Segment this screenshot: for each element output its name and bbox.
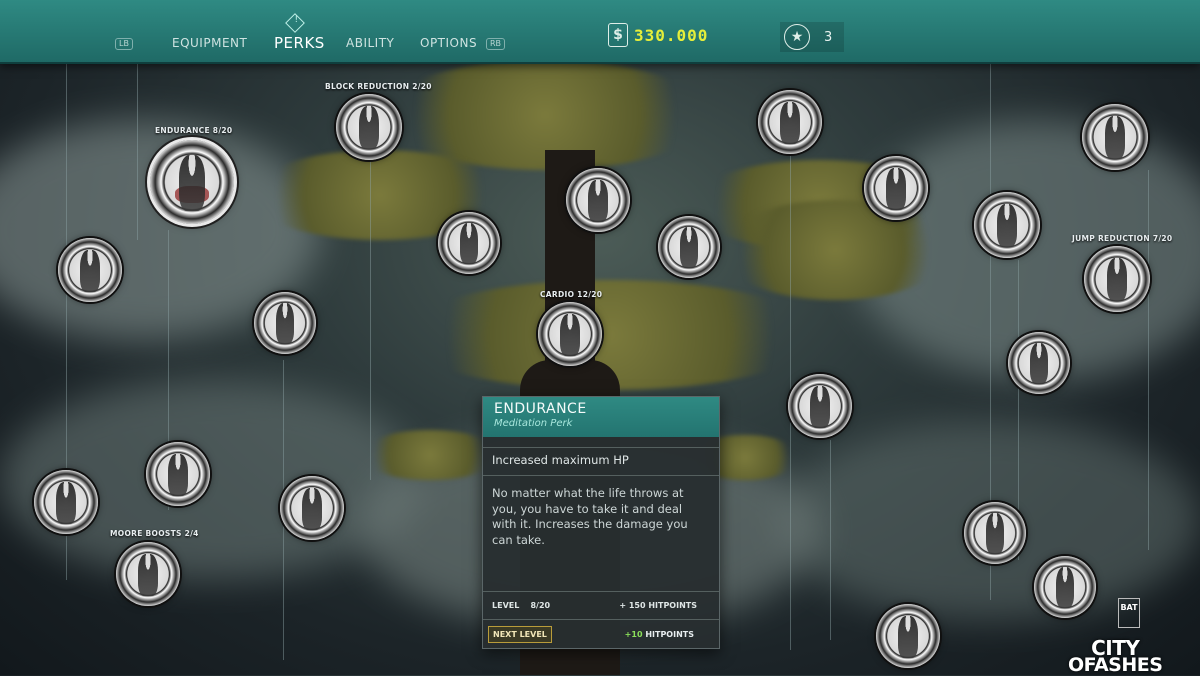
next-level-button[interactable]: NEXT LEVEL bbox=[488, 625, 552, 643]
tooltip-subtitle: Meditation Perk bbox=[494, 418, 573, 429]
tab-ability[interactable]: ABILITY bbox=[346, 36, 394, 50]
level-info: LEVEL 8/20 bbox=[492, 601, 550, 610]
publisher-logo: BAT bbox=[1118, 598, 1140, 628]
perk-node-block-reduction[interactable] bbox=[336, 94, 402, 160]
perk-node[interactable] bbox=[438, 212, 500, 274]
tooltip-title: ENDURANCE bbox=[494, 401, 587, 417]
tooltip-header: ENDURANCE Meditation Perk bbox=[483, 397, 719, 437]
perk-node[interactable] bbox=[566, 168, 630, 232]
perk-node[interactable] bbox=[1008, 332, 1070, 394]
tooltip-description: No matter what the life throws at you, y… bbox=[483, 475, 719, 548]
level-label: LEVEL bbox=[492, 601, 520, 610]
logo-title-line2: OFASHES bbox=[1068, 654, 1163, 676]
perk-label-moore-boosts: MOORE BOOSTS 2/4 bbox=[110, 529, 199, 538]
perk-node[interactable] bbox=[58, 238, 122, 302]
perk-label-block-reduction: BLOCK REDUCTION 2/20 bbox=[325, 82, 432, 91]
dollar-icon: $ bbox=[608, 23, 628, 47]
lb-bumper-icon[interactable]: LB bbox=[115, 38, 133, 50]
tab-equipment[interactable]: EQUIPMENT bbox=[172, 36, 247, 50]
perk-node[interactable] bbox=[280, 476, 344, 540]
tab-perks[interactable]: PERKS bbox=[274, 34, 325, 52]
perk-node[interactable] bbox=[254, 292, 316, 354]
perk-node[interactable] bbox=[788, 374, 852, 438]
perk-node[interactable] bbox=[964, 502, 1026, 564]
level-value: 8/20 bbox=[530, 601, 551, 610]
perk-tooltip: ENDURANCE Meditation Perk Increased maxi… bbox=[482, 396, 720, 649]
perk-node[interactable] bbox=[658, 216, 720, 278]
tooltip-next-row: NEXT LEVEL +10 HITPOINTS bbox=[483, 619, 719, 648]
perk-node[interactable] bbox=[876, 604, 940, 668]
tooltip-level-row: LEVEL 8/20 + 150 HITPOINTS bbox=[483, 591, 719, 619]
rb-bumper-icon[interactable]: RB bbox=[486, 38, 506, 50]
perk-node[interactable] bbox=[1034, 556, 1096, 618]
perks-indicator-icon: ! bbox=[285, 13, 305, 33]
star-icon: ★ bbox=[784, 24, 810, 50]
perk-node-cardio[interactable] bbox=[538, 302, 602, 366]
perk-points-value: 3 bbox=[824, 29, 833, 45]
current-bonus: + 150 HITPOINTS bbox=[619, 601, 697, 610]
perk-node[interactable] bbox=[34, 470, 98, 534]
perk-node[interactable] bbox=[1082, 104, 1148, 170]
next-bonus-unit: HITPOINTS bbox=[645, 629, 694, 639]
perk-points-display: ★ 3 bbox=[780, 22, 844, 52]
next-bonus-value: +10 bbox=[624, 629, 643, 639]
currency-display: $ 330.000 bbox=[608, 22, 708, 48]
perk-node[interactable] bbox=[758, 90, 822, 154]
perk-node-jump-reduction[interactable] bbox=[1084, 246, 1150, 312]
perk-node[interactable] bbox=[974, 192, 1040, 258]
perk-node[interactable] bbox=[146, 442, 210, 506]
currency-value: 330.000 bbox=[634, 25, 709, 45]
next-bonus: +10 HITPOINTS bbox=[625, 630, 694, 639]
perk-node-endurance[interactable] bbox=[150, 140, 234, 224]
perk-label-cardio: CARDIO 12/20 bbox=[540, 290, 603, 299]
perk-label-jump-reduction: JUMP REDUCTION 7/20 bbox=[1072, 234, 1173, 243]
tab-options[interactable]: OPTIONS bbox=[420, 36, 477, 50]
perk-node-moore-boosts[interactable] bbox=[116, 542, 180, 606]
perk-node[interactable] bbox=[864, 156, 928, 220]
perk-label-endurance: ENDURANCE 8/20 bbox=[155, 126, 233, 135]
top-bar: LB EQUIPMENT ! PERKS ABILITY OPTIONS RB … bbox=[0, 0, 1200, 64]
tooltip-short-description: Increased maximum HP bbox=[483, 447, 719, 467]
game-logo: CITY OFASHES bbox=[1068, 638, 1163, 676]
